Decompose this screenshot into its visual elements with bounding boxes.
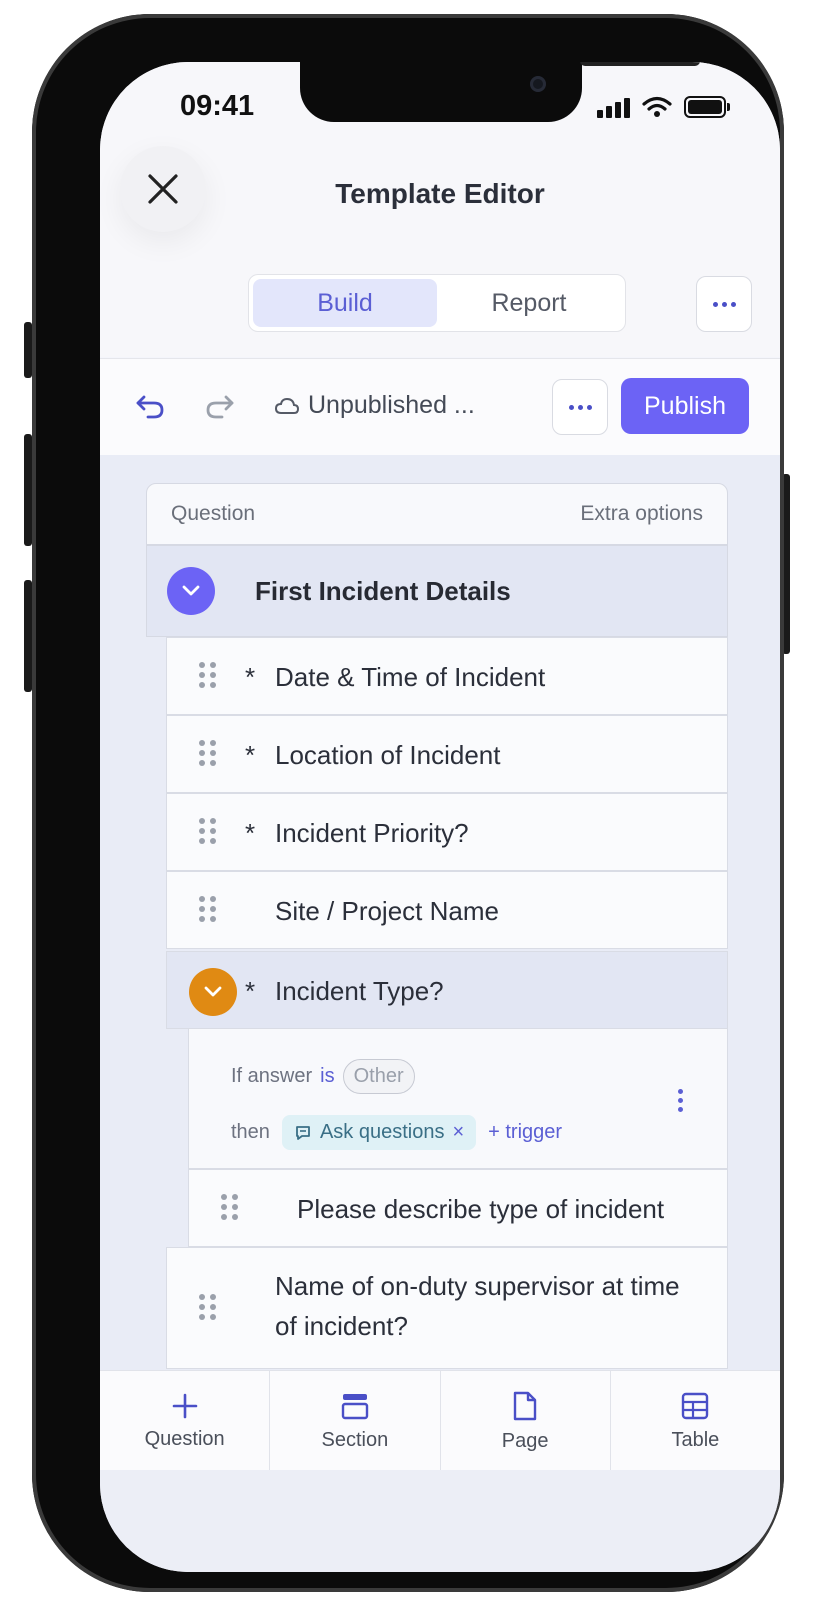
comment-icon: [296, 1125, 310, 1140]
editor-toolbar: Unpublished ... Publish: [100, 358, 780, 456]
publish-status: Unpublished ...: [274, 391, 475, 420]
more-horizontal-icon: [568, 404, 592, 410]
more-vertical-icon[interactable]: [678, 1089, 683, 1112]
question-row[interactable]: * Date & Time of Incident: [166, 637, 728, 715]
plus-icon: [172, 1393, 197, 1418]
question-label: Incident Type?: [275, 976, 444, 1006]
notch: [300, 62, 700, 122]
redo-icon[interactable]: [204, 391, 236, 421]
tab-report[interactable]: Report: [437, 279, 621, 327]
question-row-selected[interactable]: * Incident Type?: [166, 951, 728, 1029]
status-time: 09:41: [180, 90, 255, 122]
screen: Template Editor Build Report 09:41 Unpub…: [100, 62, 780, 1572]
question-row[interactable]: Site / Project Name: [166, 871, 728, 949]
question-row[interactable]: Name of on-duty supervisor at time of in…: [166, 1247, 728, 1369]
drag-handle-icon[interactable]: [199, 1294, 216, 1320]
add-trigger-link[interactable]: + trigger: [488, 1121, 562, 1144]
ask-questions-label: Ask questions: [319, 1121, 445, 1143]
required-marker: *: [245, 662, 256, 692]
add-question-button[interactable]: Question: [100, 1371, 271, 1471]
add-section-label: Section: [321, 1428, 389, 1451]
home-indicator-area: [100, 1470, 780, 1572]
section-collapse-button[interactable]: [167, 567, 215, 615]
header-more-button[interactable]: [696, 276, 752, 332]
logic-if-text: If answer: [231, 1065, 313, 1087]
question-label: Site / Project Name: [275, 896, 499, 926]
speaker: [580, 62, 700, 66]
bottom-add-bar: Question Section Page Table: [100, 1370, 780, 1471]
drag-handle-icon[interactable]: [199, 740, 216, 766]
logic-condition: If answer is Other: [231, 1059, 415, 1094]
section-icon: [341, 1393, 369, 1419]
battery-icon: [684, 96, 730, 118]
logic-then-text: then: [231, 1121, 270, 1143]
add-question-label: Question: [144, 1427, 225, 1450]
side-button-volume-up: [24, 434, 32, 546]
question-label: Name of on-duty supervisor at time of in…: [275, 1271, 680, 1341]
wifi-icon: [642, 96, 672, 117]
drag-handle-icon[interactable]: [199, 818, 216, 844]
page-title: Template Editor: [335, 178, 545, 209]
editor-content: Question Extra options First Incident De…: [100, 455, 780, 1375]
logic-value-chip[interactable]: Other: [342, 1059, 415, 1094]
drag-handle-icon[interactable]: [199, 662, 216, 688]
mode-tabs: Build Report: [248, 274, 626, 332]
question-label: Location of Incident: [275, 740, 501, 770]
required-marker: *: [245, 740, 256, 770]
drag-handle-icon[interactable]: [221, 1194, 238, 1220]
signal-icon: [597, 98, 630, 118]
status-icons: [597, 96, 730, 118]
drag-handle-icon[interactable]: [199, 896, 216, 922]
add-page-button[interactable]: Page: [441, 1371, 611, 1471]
required-marker: *: [245, 976, 256, 1006]
required-marker: *: [245, 818, 256, 848]
toolbar-more-button[interactable]: [552, 379, 608, 435]
ask-questions-chip[interactable]: Ask questions ×: [281, 1115, 477, 1150]
chevron-down-icon: [182, 585, 200, 596]
logic-collapse-button[interactable]: [189, 968, 237, 1016]
side-button-volume-down: [24, 580, 32, 692]
question-label: Please describe type of incident: [297, 1194, 665, 1224]
logic-rule: If answer is Other then Ask questions ×: [188, 1029, 728, 1169]
remove-action-icon[interactable]: ×: [452, 1121, 464, 1144]
question-row-nested[interactable]: Please describe type of incident: [188, 1169, 728, 1247]
question-table-header: Question Extra options: [146, 483, 728, 545]
undo-icon[interactable]: [134, 391, 166, 421]
page-icon: [513, 1391, 537, 1420]
question-row[interactable]: * Location of Incident: [166, 715, 728, 793]
section-title: First Incident Details: [255, 576, 511, 606]
chevron-down-icon: [204, 986, 222, 997]
cloud-icon: [274, 397, 300, 414]
add-table-button[interactable]: Table: [611, 1371, 780, 1471]
more-horizontal-icon: [712, 301, 736, 307]
phone-frame: Template Editor Build Report 09:41 Unpub…: [32, 14, 784, 1592]
add-section-button[interactable]: Section: [270, 1371, 441, 1471]
question-row[interactable]: * Incident Priority?: [166, 793, 728, 871]
section-row[interactable]: First Incident Details: [146, 545, 728, 637]
add-table-label: Table: [671, 1428, 720, 1451]
side-button-mute: [24, 322, 32, 378]
tab-build[interactable]: Build: [253, 279, 437, 327]
question-label: Date & Time of Incident: [275, 662, 546, 692]
publish-button[interactable]: Publish: [621, 378, 749, 434]
column-question: Question: [171, 502, 256, 525]
publish-status-text: Unpublished ...: [308, 391, 475, 419]
logic-operator[interactable]: is: [320, 1065, 334, 1088]
column-extra-options: Extra options: [580, 502, 703, 525]
camera: [530, 76, 546, 92]
logic-action: then Ask questions × + trigger: [231, 1115, 562, 1150]
table-icon: [682, 1392, 709, 1419]
question-label: Incident Priority?: [275, 818, 469, 848]
add-page-label: Page: [501, 1429, 549, 1452]
